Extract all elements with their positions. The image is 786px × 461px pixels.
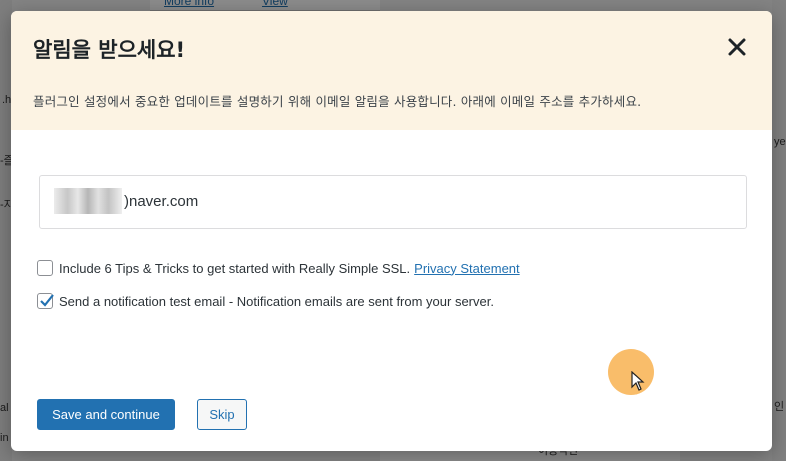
- checkmark-icon: [40, 294, 54, 307]
- email-input[interactable]: [124, 190, 724, 212]
- tips-option-row: Include 6 Tips & Tricks to get started w…: [37, 260, 520, 276]
- close-button[interactable]: [723, 33, 751, 61]
- privacy-statement-link[interactable]: Privacy Statement: [414, 261, 520, 276]
- modal-title: 알림을 받으세요!: [33, 38, 186, 62]
- mouse-pointer-icon: [631, 371, 645, 391]
- close-icon: [728, 38, 746, 56]
- tips-label: Include 6 Tips & Tricks to get started w…: [59, 260, 411, 276]
- skip-button[interactable]: Skip: [197, 399, 247, 430]
- redacted-email-prefix: [54, 188, 122, 214]
- modal-header: 알림을 받으세요! 플러그인 설정에서 중요한 업데이트를 설명하기 위해 이메…: [11, 11, 772, 130]
- test-email-checkbox[interactable]: [37, 293, 54, 309]
- email-notification-modal: 알림을 받으세요! 플러그인 설정에서 중요한 업데이트를 설명하기 위해 이메…: [11, 11, 772, 451]
- modal-description: 플러그인 설정에서 중요한 업데이트를 설명하기 위해 이메일 알림을 사용합니…: [33, 94, 642, 109]
- test-email-option-row: Send a notification test email - Notific…: [37, 293, 494, 309]
- tips-checkbox[interactable]: [37, 260, 53, 276]
- save-and-continue-button[interactable]: Save and continue: [37, 399, 175, 430]
- email-field[interactable]: [39, 175, 747, 229]
- test-email-label: Send a notification test email - Notific…: [59, 293, 494, 309]
